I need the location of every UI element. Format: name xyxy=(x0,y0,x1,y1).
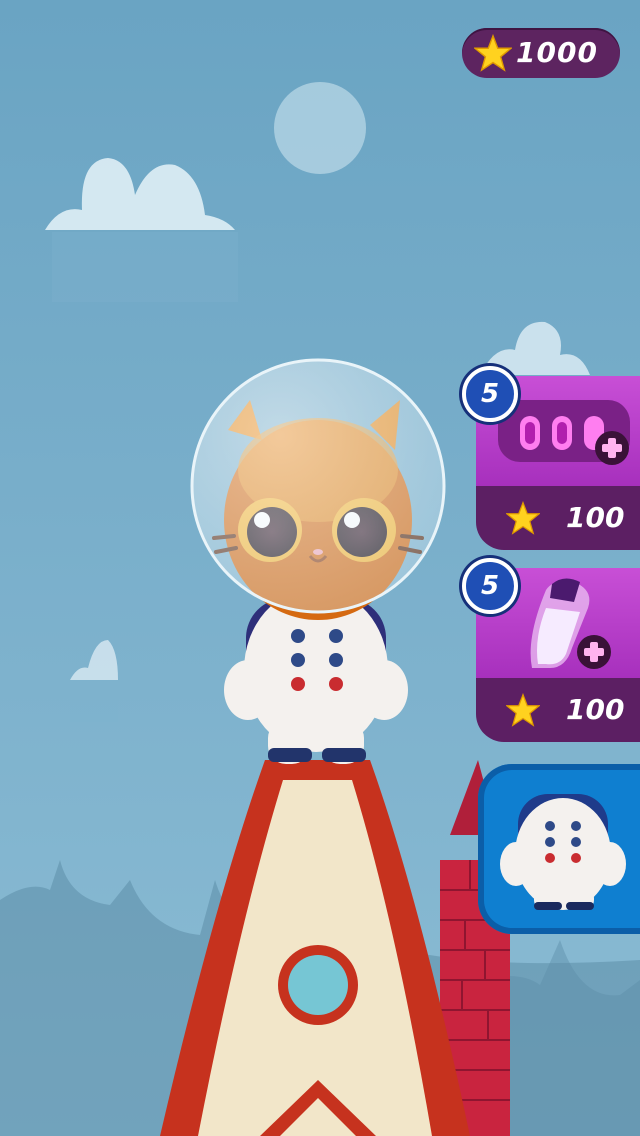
star-counter: 1000 xyxy=(462,28,620,78)
powerup-count: 5 xyxy=(480,379,500,409)
powerup-count-badge: 5 xyxy=(462,366,518,422)
powerup-count: 5 xyxy=(480,571,500,601)
astronaut-suit-icon xyxy=(500,794,626,910)
costume-button[interactable] xyxy=(478,764,640,934)
powerup-price: 100 xyxy=(566,693,625,726)
powerup-count-badge: 5 xyxy=(462,558,518,614)
star-icon xyxy=(506,501,540,535)
star-icon xyxy=(474,34,512,72)
star-count: 1000 xyxy=(516,36,598,69)
moon xyxy=(274,82,366,174)
star-icon xyxy=(506,693,540,727)
powerup-price: 100 xyxy=(566,501,625,534)
